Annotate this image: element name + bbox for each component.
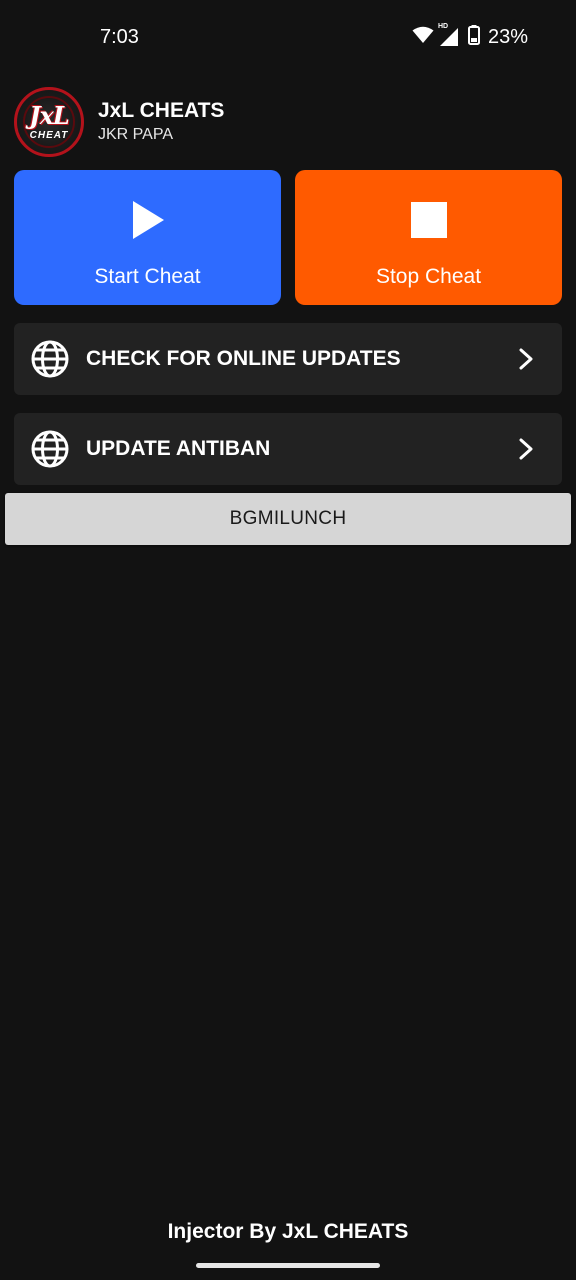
globe-icon <box>31 340 69 378</box>
globe-icon <box>31 430 69 468</box>
stop-cheat-button[interactable]: Stop Cheat <box>295 170 562 305</box>
check-online-updates-label: CHECK FOR ONLINE UPDATES <box>86 347 401 370</box>
app-logo: JxL CHEAT <box>14 87 84 157</box>
stop-icon <box>409 198 449 242</box>
logo-text-main: JxL <box>29 101 70 130</box>
header-text: JxL CHEATS JKR PAPA <box>98 98 224 146</box>
battery-percentage: 23% <box>487 26 528 48</box>
stop-cheat-label: Stop Cheat <box>375 265 482 288</box>
app-title: JxL CHEATS <box>98 99 225 122</box>
status-icons: HD 23% <box>412 23 528 50</box>
start-cheat-label: Start Cheat <box>94 265 201 288</box>
play-icon <box>128 198 168 242</box>
app-screen: 7:03 HD 23% JxL CHEAT JxL CHEATS JKR PAP… <box>0 0 576 1280</box>
status-bar: 7:03 HD 23% <box>0 0 576 72</box>
cellular-signal-icon: HD <box>437 23 460 48</box>
status-time: 7:03 <box>100 26 139 48</box>
footer-credit: Injector By JxL CHEATS <box>167 1220 409 1243</box>
chevron-right-icon <box>519 348 533 370</box>
battery-icon <box>467 24 480 50</box>
bgmi-launch-button[interactable]: BGMILUNCH <box>5 493 571 545</box>
logo-text-sub: CHEAT <box>29 130 69 141</box>
app-subtitle: JKR PAPA <box>98 126 173 143</box>
app-header: JxL CHEAT JxL CHEATS JKR PAPA <box>14 86 562 158</box>
start-cheat-button[interactable]: Start Cheat <box>14 170 281 305</box>
wifi-icon <box>412 26 434 49</box>
chevron-right-icon <box>519 438 533 460</box>
network-badge: HD <box>437 23 449 30</box>
home-indicator[interactable] <box>196 1263 380 1268</box>
update-antiban-row[interactable]: UPDATE ANTIBAN <box>14 413 562 485</box>
check-online-updates-row[interactable]: CHECK FOR ONLINE UPDATES <box>14 323 562 395</box>
update-antiban-label: UPDATE ANTIBAN <box>86 437 271 460</box>
